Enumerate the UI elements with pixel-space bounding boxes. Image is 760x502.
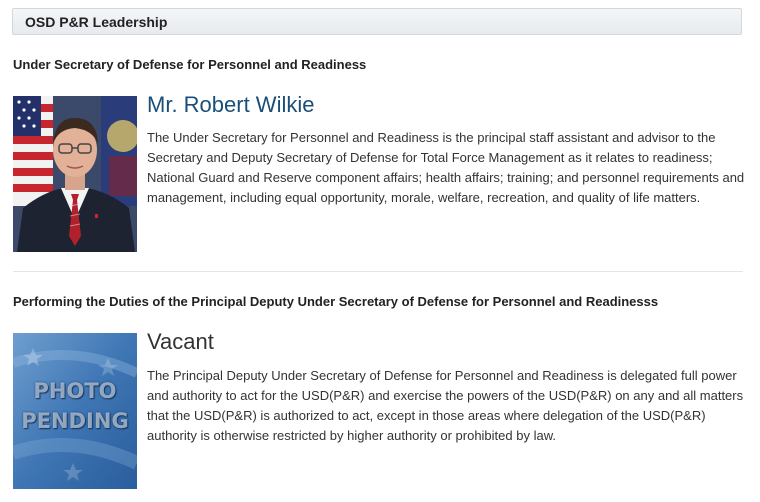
section-divider	[13, 271, 743, 272]
section-title: OSD P&R Leadership	[25, 14, 168, 30]
leader-bio: The Under Secretary for Personnel and Re…	[147, 130, 745, 205]
leader-name: Mr. Robert Wilkie	[147, 92, 315, 117]
section-header: OSD P&R Leadership	[12, 8, 742, 35]
leader-role-title: Performing the Duties of the Principal D…	[13, 294, 659, 309]
leader-role-title: Under Secretary of Defense for Personnel…	[13, 57, 367, 72]
photo-pending-line1: PHOTO	[33, 379, 117, 403]
photo-pending-line2: PENDING	[21, 409, 129, 433]
leader-portrait	[13, 96, 137, 252]
leader-name: Vacant	[147, 329, 214, 354]
leader-bio: The Principal Deputy Under Secretary of …	[147, 368, 744, 443]
photo-pending-placeholder: PHOTO PENDING	[13, 333, 137, 489]
